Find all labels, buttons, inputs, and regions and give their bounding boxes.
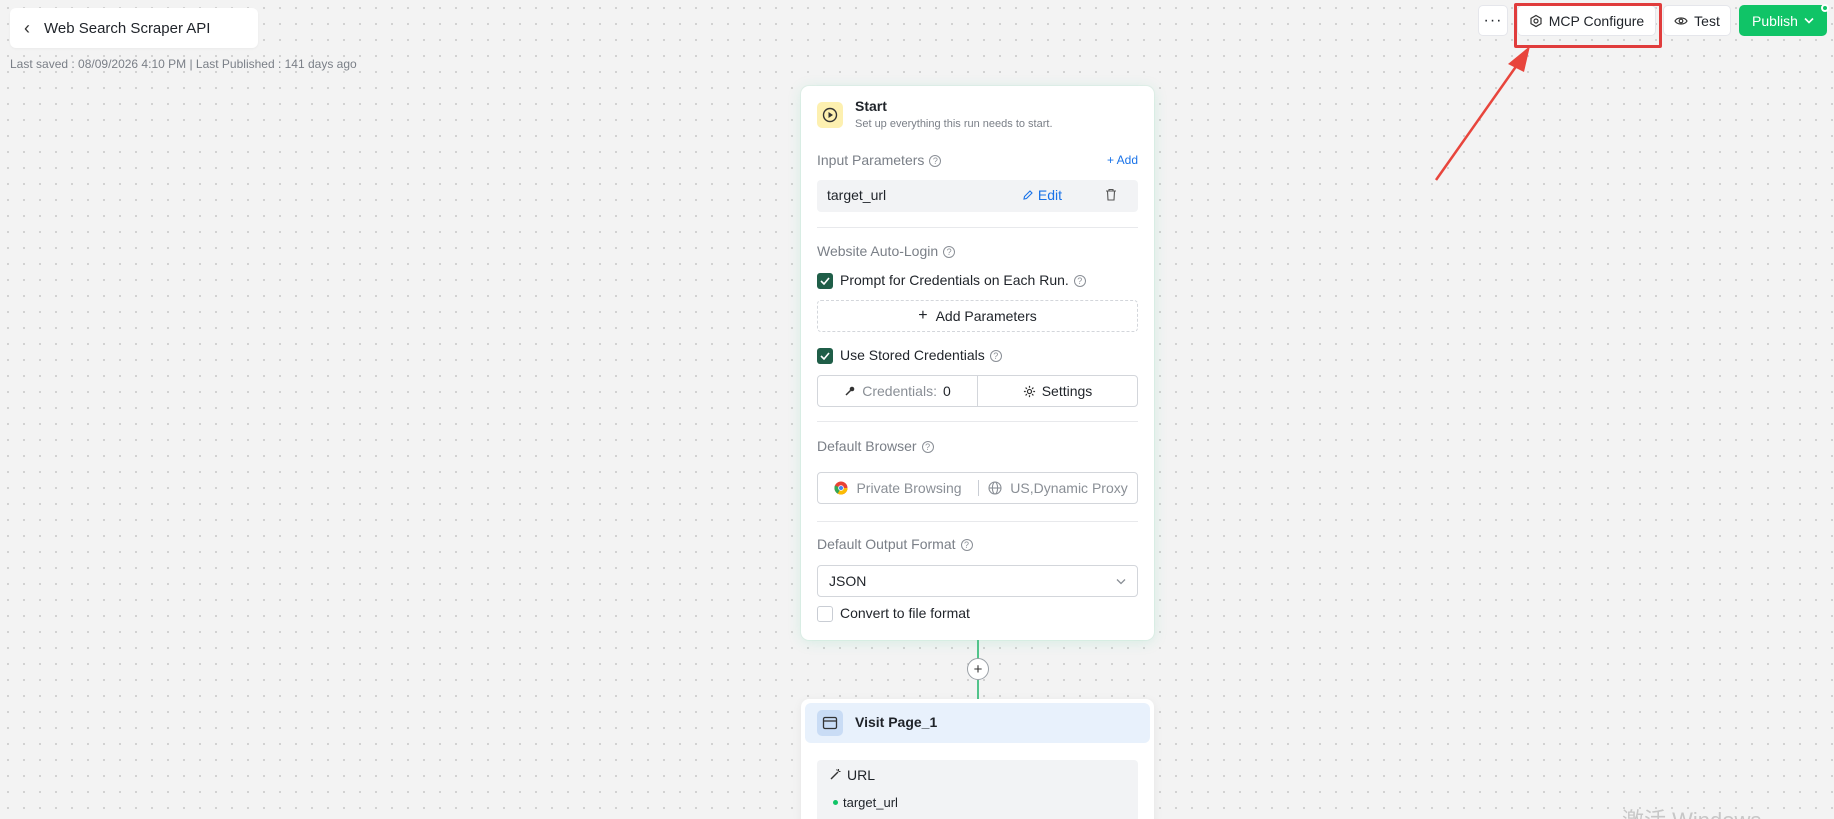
- prompt-credentials-checkbox[interactable]: [817, 273, 833, 289]
- default-browser-label: Default Browser?: [817, 438, 934, 454]
- parameter-name: target_url: [827, 187, 887, 203]
- pencil-icon: [1023, 190, 1033, 200]
- publish-button[interactable]: Publish: [1739, 5, 1827, 36]
- use-stored-credentials-label: Use Stored Credentials?: [840, 347, 1002, 363]
- input-parameters-label: Input Parameters?: [817, 152, 942, 168]
- url-label: URL: [847, 767, 876, 783]
- save-status: Last saved : 08/09/2026 4:10 PM | Last P…: [10, 57, 357, 71]
- plus-icon: +: [973, 660, 983, 678]
- chevron-down-icon: [1804, 17, 1814, 24]
- browser-settings[interactable]: Private Browsing US,Dynamic Proxy: [817, 472, 1138, 504]
- output-format-label: Default Output Format?: [817, 536, 973, 552]
- browser-window-icon: [817, 710, 843, 736]
- more-options-button[interactable]: ···: [1478, 5, 1508, 36]
- add-step-button[interactable]: +: [967, 658, 989, 680]
- use-stored-credentials-checkbox[interactable]: [817, 348, 833, 364]
- node-subtitle: Set up everything this run needs to star…: [855, 118, 1053, 130]
- node-title: Visit Page_1: [855, 714, 938, 730]
- help-icon: ?: [929, 155, 942, 168]
- key-icon: [845, 386, 855, 396]
- chevron-down-icon: [1116, 578, 1126, 584]
- help-icon: ?: [989, 350, 1002, 363]
- gear-icon: [1023, 385, 1035, 397]
- add-parameter-link[interactable]: + Add: [1107, 153, 1138, 167]
- output-format-select[interactable]: JSON: [817, 565, 1138, 597]
- convert-file-checkbox[interactable]: [817, 606, 833, 622]
- workflow-title[interactable]: Web Search Scraper API: [44, 20, 210, 37]
- help-icon: ?: [943, 246, 956, 259]
- ellipsis-icon: ···: [1483, 11, 1503, 29]
- visit-page-header: Visit Page_1: [805, 703, 1150, 743]
- prompt-credentials-label: Prompt for Credentials on Each Run.?: [840, 272, 1086, 288]
- start-node[interactable]: Start Set up everything this run needs t…: [801, 86, 1154, 640]
- url-variable: target_url: [843, 795, 898, 810]
- credentials-settings-button[interactable]: Settings: [977, 376, 1137, 406]
- test-button[interactable]: Test: [1663, 5, 1731, 36]
- divider: [817, 521, 1138, 522]
- play-icon: [817, 102, 843, 128]
- plus-icon: +: [1106, 153, 1114, 167]
- back-arrow-icon[interactable]: ‹: [24, 19, 30, 37]
- divider: [817, 227, 1138, 228]
- help-icon: ?: [921, 441, 934, 454]
- variable-dot: [833, 800, 838, 805]
- windows-activation-watermark: 激活 Windows: [1622, 803, 1761, 819]
- visit-page-node[interactable]: Visit Page_1 URL target_url: [801, 699, 1154, 819]
- credentials-group: Credentials: 0 Settings: [817, 375, 1138, 407]
- plus-icon: +: [918, 307, 928, 324]
- parameter-row[interactable]: target_url Edit: [817, 180, 1138, 212]
- trash-icon[interactable]: [1105, 188, 1117, 204]
- edit-parameter-button[interactable]: Edit: [1022, 187, 1062, 203]
- help-icon: ?: [960, 539, 973, 552]
- node-title: Start: [855, 98, 887, 114]
- eye-icon: [1674, 16, 1688, 25]
- magic-wand-icon: [829, 768, 842, 784]
- publish-label: Publish: [1752, 12, 1798, 29]
- connector-line: [977, 680, 979, 699]
- credentials-count-button[interactable]: Credentials: 0: [818, 376, 977, 406]
- chrome-icon: [834, 481, 848, 495]
- auto-login-label: Website Auto-Login?: [817, 243, 956, 259]
- add-parameters-button[interactable]: + Add Parameters: [817, 300, 1138, 332]
- convert-file-label: Convert to file format: [840, 605, 970, 621]
- test-label: Test: [1694, 12, 1720, 29]
- divider: [817, 421, 1138, 422]
- proxy-setting[interactable]: US,Dynamic Proxy: [979, 480, 1137, 496]
- connector-line: [977, 640, 979, 660]
- workflow-title-bar: ‹ Web Search Scraper API: [10, 8, 258, 48]
- url-field[interactable]: URL target_url: [817, 760, 1138, 819]
- globe-icon: [988, 481, 1002, 495]
- help-icon: ?: [1073, 275, 1086, 288]
- notification-dot: [1821, 4, 1829, 12]
- annotation-arrow: [1434, 46, 1530, 181]
- browser-mode[interactable]: Private Browsing: [818, 480, 978, 496]
